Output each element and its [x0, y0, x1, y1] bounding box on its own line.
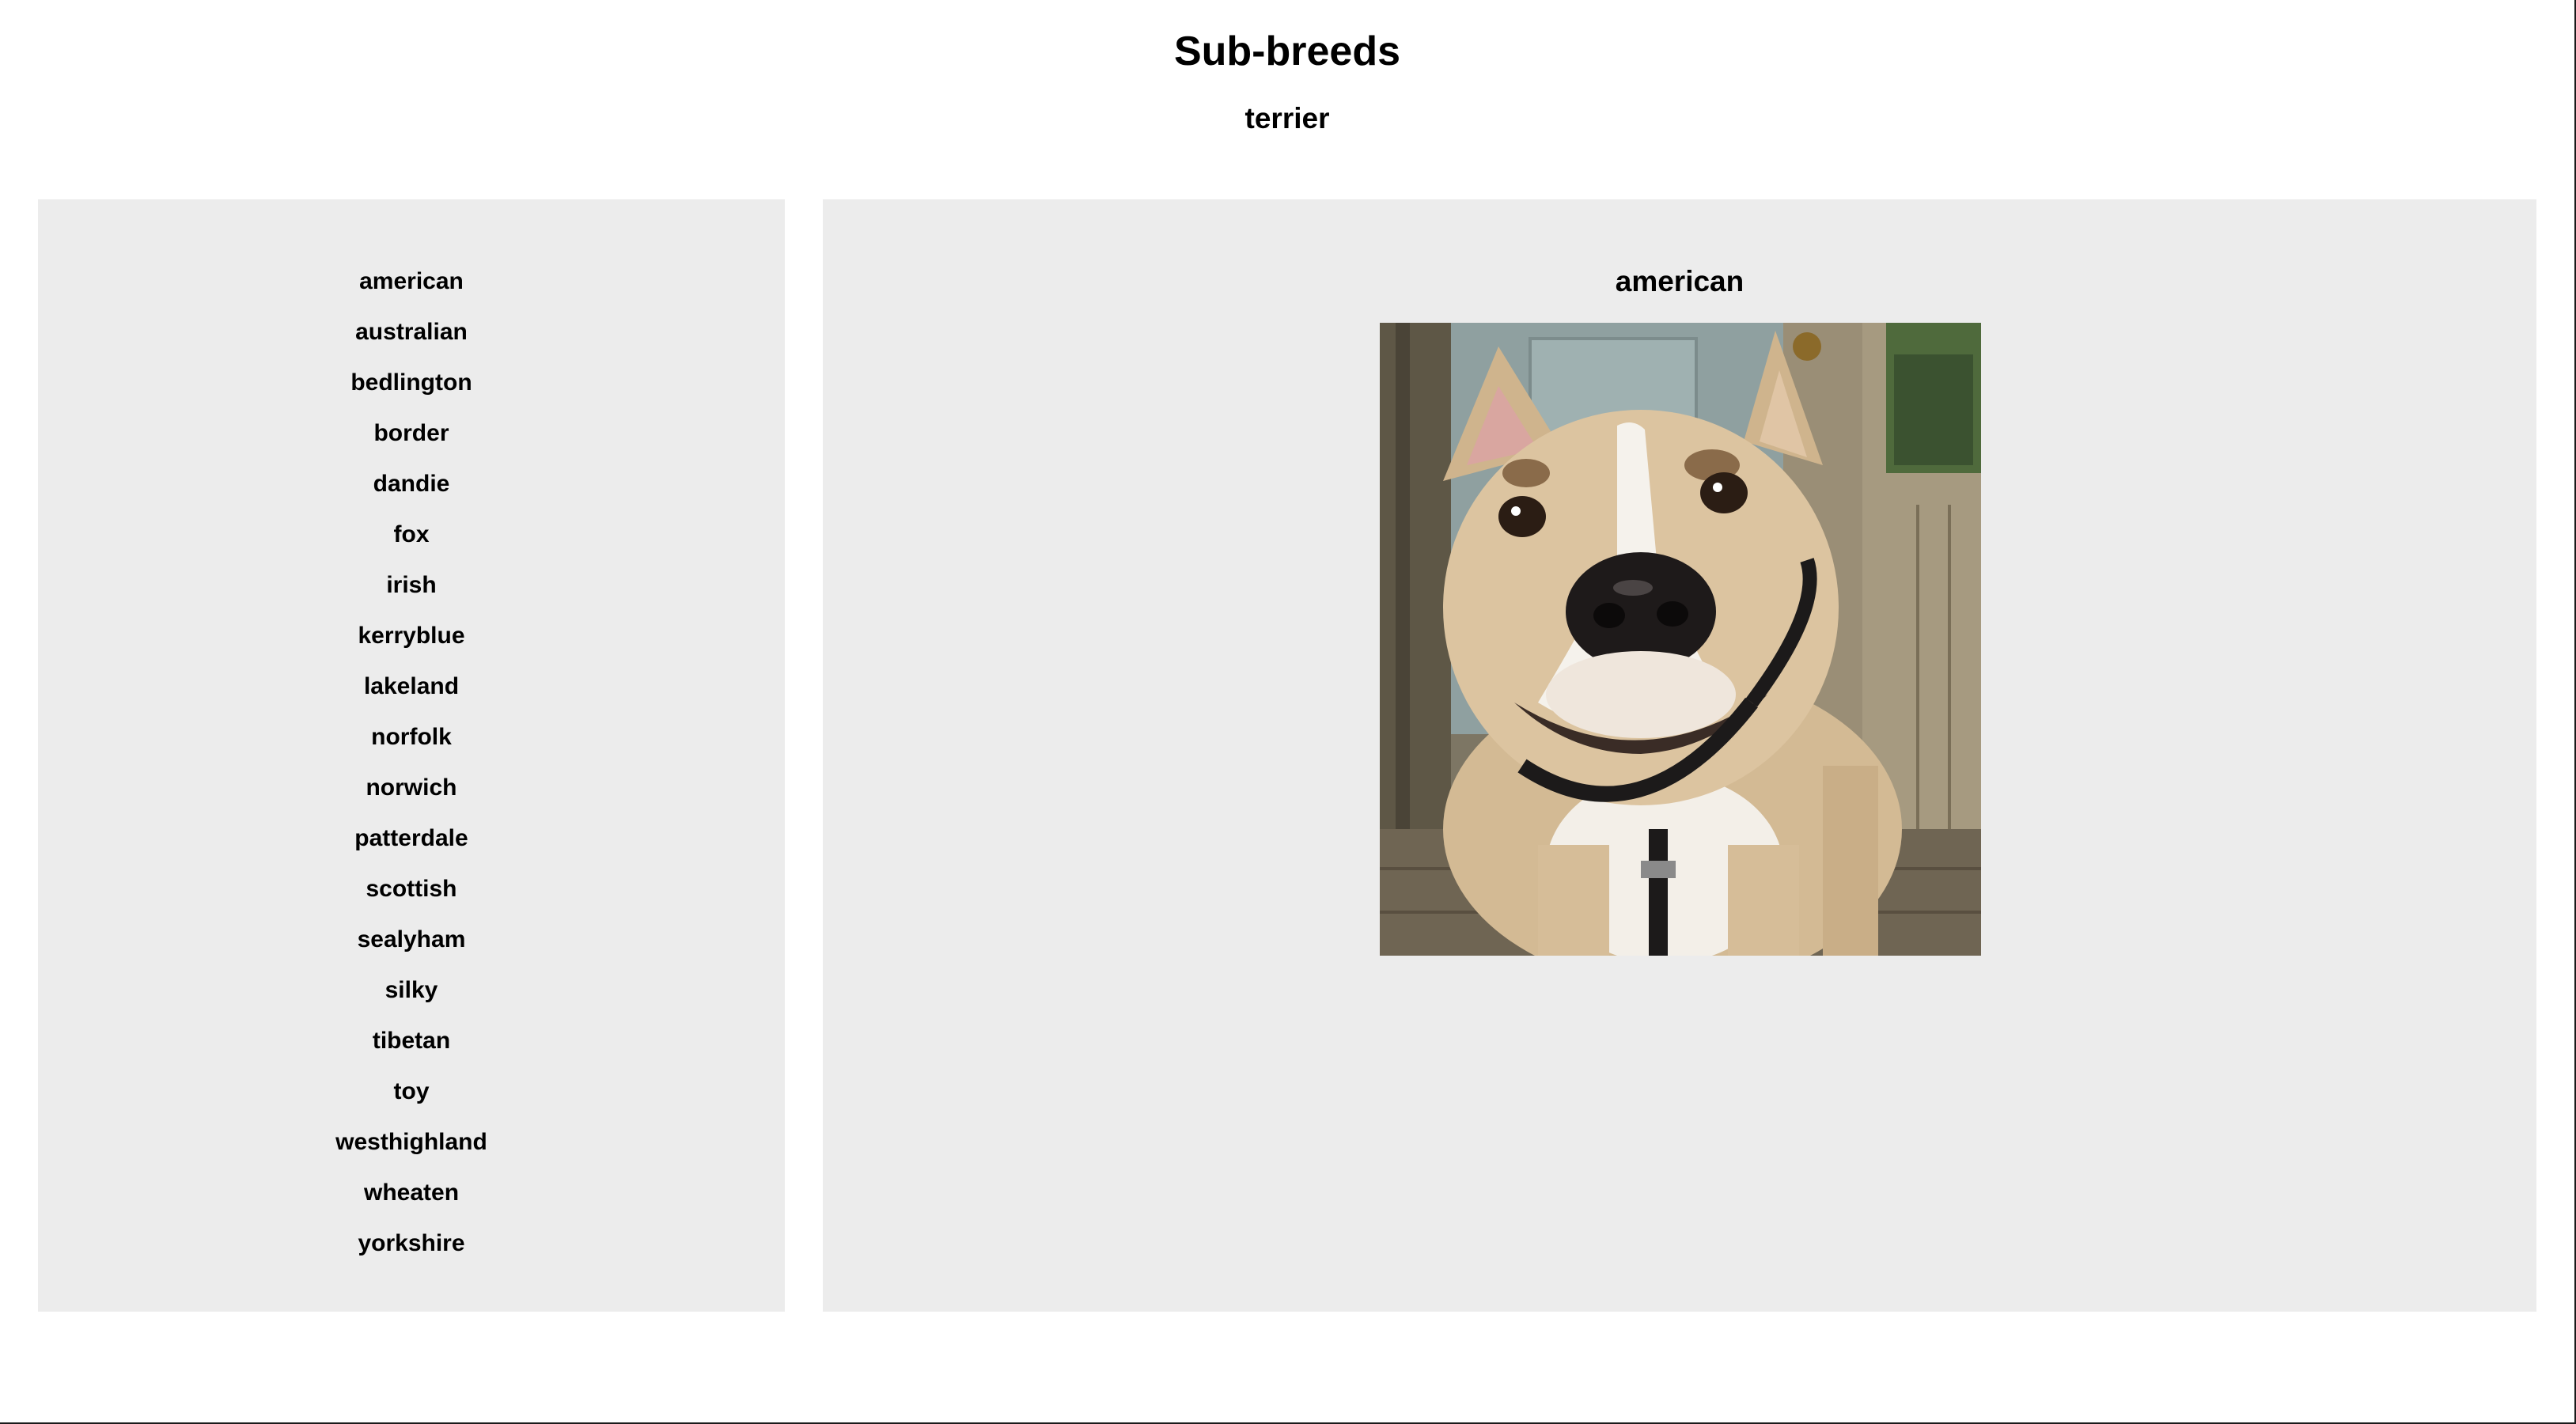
- sub-breed-item-kerryblue[interactable]: kerryblue: [38, 611, 785, 661]
- sub-breed-item-australian[interactable]: australian: [38, 307, 785, 358]
- sub-breed-item-bedlington[interactable]: bedlington: [38, 358, 785, 408]
- sub-breed-item-wheaten[interactable]: wheaten: [38, 1168, 785, 1218]
- selected-sub-breed-title: american: [1615, 265, 1744, 297]
- sub-breed-list: american australian bedlington border da…: [38, 256, 785, 1269]
- sub-breed-item-border[interactable]: border: [38, 408, 785, 459]
- sub-breed-item-norfolk[interactable]: norfolk: [38, 712, 785, 763]
- sub-breed-item-toy[interactable]: toy: [38, 1066, 785, 1117]
- sub-breed-item-lakeland[interactable]: lakeland: [38, 661, 785, 712]
- sub-breed-item-american[interactable]: american: [38, 256, 785, 307]
- sub-breed-item-westhighland[interactable]: westhighland: [38, 1117, 785, 1168]
- breed-title: terrier: [1244, 102, 1330, 134]
- sub-breed-item-irish[interactable]: irish: [38, 560, 785, 611]
- dog-photo: [1380, 323, 1981, 956]
- sub-breed-item-fox[interactable]: fox: [38, 509, 785, 560]
- sub-breed-item-sealyham[interactable]: sealyham: [38, 915, 785, 965]
- sub-breed-item-silky[interactable]: silky: [38, 965, 785, 1016]
- sub-breed-item-dandie[interactable]: dandie: [38, 459, 785, 509]
- sub-breed-item-patterdale[interactable]: patterdale: [38, 813, 785, 864]
- sub-breed-detail-panel: american: [823, 199, 2536, 1312]
- sub-breed-item-norwich[interactable]: norwich: [38, 763, 785, 813]
- sub-breed-item-tibetan[interactable]: tibetan: [38, 1016, 785, 1066]
- page-title: Sub-breeds: [1173, 28, 1401, 74]
- sub-breed-list-panel: american australian bedlington border da…: [38, 199, 785, 1312]
- sub-breed-item-scottish[interactable]: scottish: [38, 864, 785, 915]
- page: Sub-breeds terrier american australian b…: [0, 0, 2576, 1424]
- sub-breed-item-yorkshire[interactable]: yorkshire: [38, 1218, 785, 1269]
